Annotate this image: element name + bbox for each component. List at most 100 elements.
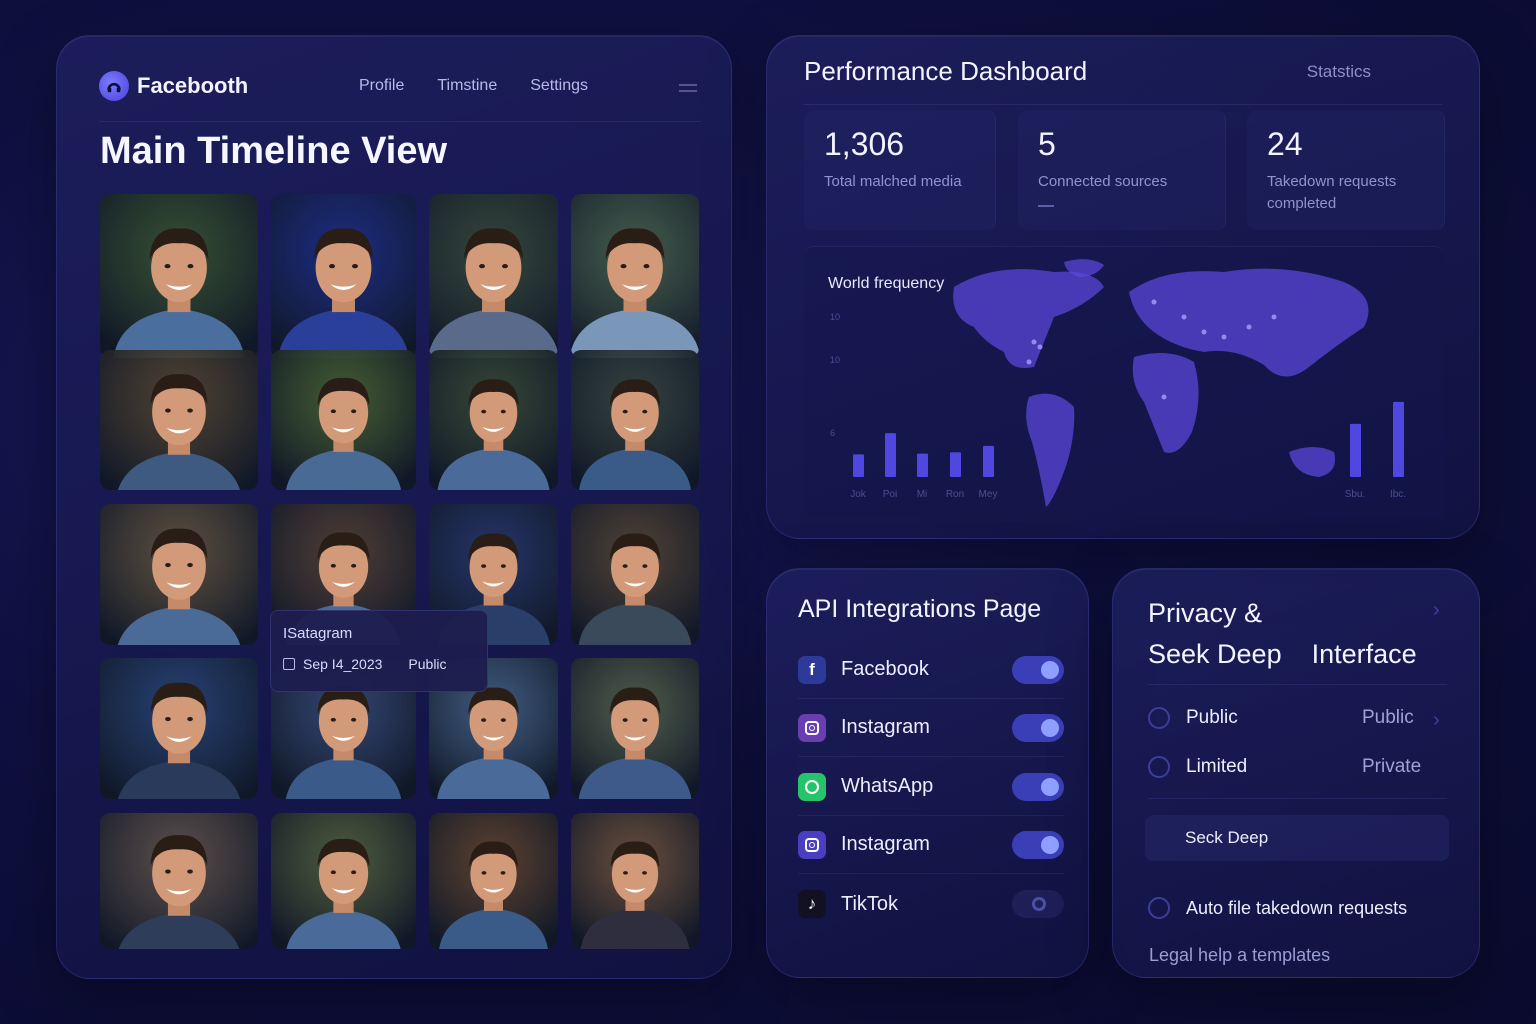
chart-bar [950,452,961,477]
x-tick-label: Jok [850,489,867,500]
x-tick-label: Ibc. [1390,489,1406,500]
toggle-knob [1041,835,1059,854]
calendar-icon [283,658,295,670]
x-tick-label: Sbu. [1345,489,1366,500]
tooltip-visibility: Public [408,656,447,672]
chevron-right-icon[interactable]: › [1433,599,1440,622]
map-hotspot [1201,329,1207,335]
timeline-photo[interactable] [571,350,699,490]
api-item-label: Facebook [841,658,929,680]
map-continent [1026,393,1075,507]
photo-tooltip: ISatagram Sep I4_2023 Public [270,610,488,692]
timeline-photo[interactable] [429,194,558,358]
radio-icon[interactable] [1148,707,1170,729]
integration-toggle[interactable] [1012,713,1064,742]
map-continent [1132,353,1199,453]
api-item-label: Instagram [841,716,930,738]
seek-deep-button[interactable]: Seck Deep [1145,815,1449,861]
option-limited[interactable]: Limited Private [1148,756,1448,778]
timeline-photo[interactable] [100,194,258,358]
chevron-right-icon[interactable]: › [1433,709,1440,732]
toggle-knob [1041,660,1059,679]
tooltip-source: ISatagram [283,625,353,642]
api-item-instagram[interactable]: Instagram [798,699,1064,757]
nav-timeline[interactable]: Timstine [437,77,497,95]
chart-bar [885,433,896,477]
tooltip-date: Sep I4_2023 [303,656,383,672]
radio-icon[interactable] [1148,897,1170,919]
integration-toggle[interactable] [1012,655,1064,684]
auto-takedown-label: Auto file takedown requests [1186,897,1408,918]
map-hotspot [1246,324,1252,330]
stat-takedowns: 24 Takedown requests completed [1247,110,1445,230]
statistics-link[interactable]: Statstics [1307,62,1371,82]
top-navigation: Facebooth Profile Timstine Settings [99,54,701,122]
y-tick-label: 10 [830,355,840,365]
option-value: Private [1362,756,1422,777]
x-tick-label: Mey [979,489,998,500]
option-label: Public [1186,707,1238,728]
page-title: Main Timeline View [100,130,448,172]
integration-toggle[interactable] [1012,772,1064,801]
privacy-title-line1: Privacy & [1148,598,1263,628]
timeline-photo[interactable] [429,813,558,949]
timeline-photo[interactable] [100,350,258,490]
integration-toggle[interactable] [1012,830,1064,859]
timeline-photo[interactable] [571,194,699,358]
nav-settings[interactable]: Settings [530,77,588,95]
chart-bar [1393,401,1404,477]
nav-profile[interactable]: Profile [359,77,404,95]
menu-icon[interactable] [679,84,697,92]
divider [804,104,1442,105]
stat-value: 24 [1267,126,1303,162]
map-hotspot [1271,314,1277,320]
app-logo[interactable]: Facebooth [99,71,248,101]
tiktok-icon: ♪ [798,890,826,918]
whatsapp-icon [798,772,826,801]
radio-icon[interactable] [1148,756,1170,778]
api-title: API Integrations Page [798,595,1042,623]
timeline-photo[interactable] [571,504,699,645]
api-item-tiktok[interactable]: ♪ TikTok [798,875,1064,933]
api-item-label: Instagram [841,833,930,855]
x-tick-label: Mi [917,489,928,500]
map-hotspot [1037,344,1043,350]
divider [1148,798,1447,799]
timeline-photo[interactable] [100,504,258,645]
x-tick-label: Poi [883,489,897,500]
dashboard-panel: Performance Dashboard Statstics 1,306 To… [766,35,1480,539]
chart-bar [983,445,994,477]
stat-label: Connected sources [1038,173,1168,190]
toggle-knob [1032,897,1046,911]
auto-takedown-option[interactable]: Auto file takedown requests [1148,897,1448,919]
main-nav: Profile Timstine Settings [359,77,588,95]
legal-help-link[interactable]: Legal help a templates [1149,945,1330,966]
world-frequency-chart: 10 10 6 Jok Poi Mi Ron Mey Sbu. Ibc. World freque… [804,246,1444,518]
timeline-photo[interactable] [571,658,699,799]
toggle-knob [1041,718,1059,737]
stat-connected-sources: 5 Connected sources [1018,110,1226,230]
timeline-photo[interactable] [271,350,416,490]
integration-toggle[interactable] [1012,890,1064,918]
timeline-photo[interactable] [429,350,558,490]
map-hotspot [1181,314,1187,320]
option-label: Limited [1186,756,1248,777]
privacy-title: Privacy & Seek Deep Interface [1148,593,1417,675]
privacy-panel: Privacy & Seek Deep Interface › Public P… [1112,568,1480,978]
timeline-photo[interactable] [271,194,416,358]
app-name: Facebooth [137,73,249,98]
option-public[interactable]: Public Public [1148,707,1448,729]
map-hotspot [1161,394,1167,400]
api-item-facebook[interactable]: f Facebook [798,641,1064,699]
chart-title: World frequency [828,275,945,292]
stat-value: 5 [1038,126,1056,162]
timeline-photo[interactable] [271,813,416,949]
api-item-whatsapp[interactable]: WhatsApp [798,758,1064,816]
timeline-photo[interactable] [100,813,258,949]
option-value: Public [1362,707,1414,728]
divider [1148,684,1447,685]
timeline-photo[interactable] [100,658,258,799]
api-item-instagram[interactable]: Instagram [798,816,1064,874]
timeline-photo[interactable] [571,813,699,949]
facebook-icon: f [798,655,826,684]
